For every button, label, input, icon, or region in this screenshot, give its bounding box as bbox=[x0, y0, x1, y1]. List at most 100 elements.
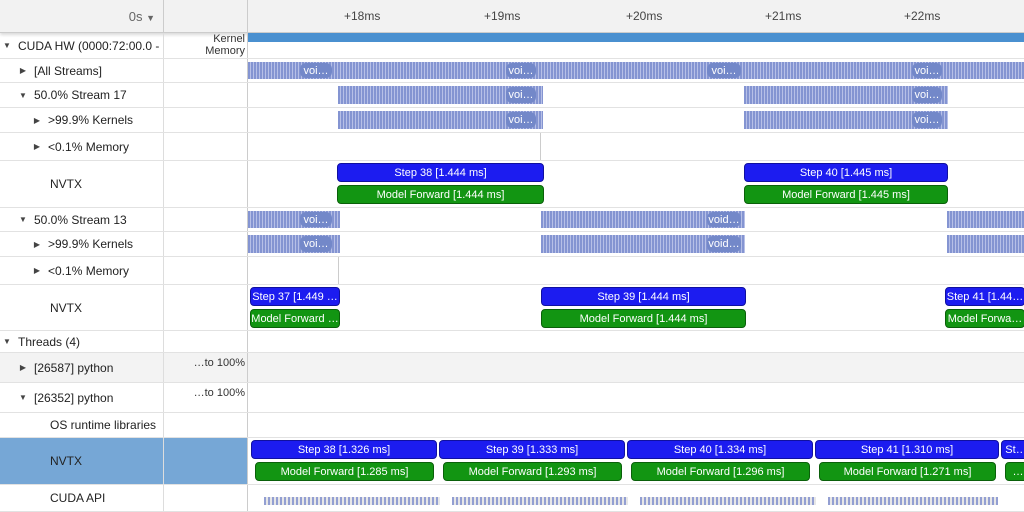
row-thread-nvtx[interactable]: NVTX Step 38 [1.326 ms] Model Forward [1… bbox=[0, 438, 1024, 485]
nvtx-step[interactable]: Step 39 [1.333 ms] bbox=[439, 440, 625, 459]
time-origin-dropdown[interactable]: 0s ▼ bbox=[0, 0, 164, 33]
row-label: <0.1% Memory bbox=[48, 263, 130, 278]
nvtx-forward[interactable]: Model Forward [1.293 ms] bbox=[443, 462, 622, 481]
nvtx-step[interactable]: Step 39 [1.444 ms] bbox=[541, 287, 746, 306]
timeline-header: 0s ▼ +18ms +19ms +20ms +21ms +22ms bbox=[0, 0, 1024, 33]
nvtx-step[interactable]: Step 40 [1.445 ms] bbox=[744, 163, 948, 182]
row-thread-26587[interactable]: ▶ [26587] python …to 100% bbox=[0, 353, 1024, 383]
kernel-chip[interactable]: voi… bbox=[506, 112, 536, 128]
row-label: Threads (4) bbox=[18, 334, 81, 349]
kernel-chip[interactable]: voi… bbox=[300, 236, 332, 252]
memory-op bbox=[338, 257, 339, 284]
row-cuda-api[interactable]: CUDA API bbox=[0, 485, 1024, 512]
tick-label: +19ms bbox=[484, 9, 521, 23]
row-label: [26587] python bbox=[34, 360, 114, 375]
row-threads[interactable]: ▼ Threads (4) bbox=[0, 331, 1024, 353]
kernel-activity bbox=[248, 62, 1024, 79]
row-stream-17-kernels[interactable]: ▶ >99.9% Kernels voi… voi… bbox=[0, 108, 1024, 133]
row-stream-13[interactable]: ▼ 50.0% Stream 13 voi… void… bbox=[0, 208, 1024, 232]
expand-icon[interactable]: ▶ bbox=[16, 66, 30, 75]
row-stream-17-nvtx[interactable]: NVTX Step 38 [1.444 ms] Model Forward [1… bbox=[0, 161, 1024, 208]
row-label: >99.9% Kernels bbox=[48, 237, 134, 251]
nvtx-step[interactable]: Step 40 [1.334 ms] bbox=[627, 440, 813, 459]
tick-label: +18ms bbox=[344, 9, 381, 23]
nvtx-forward[interactable]: Model Forward [1.271 ms] bbox=[819, 462, 996, 481]
header-spacer bbox=[164, 0, 248, 33]
expand-icon[interactable]: ▶ bbox=[16, 363, 30, 372]
kernel-chip[interactable]: voi… bbox=[912, 87, 942, 103]
collapse-icon[interactable]: ▼ bbox=[0, 337, 14, 346]
row-label: NVTX bbox=[50, 454, 83, 468]
scale-label: …to 100% bbox=[164, 383, 248, 412]
nvtx-step[interactable]: Step 41 [1.310 ms] bbox=[815, 440, 999, 459]
nvtx-step[interactable]: Step 41 [1.44… bbox=[945, 287, 1024, 306]
row-os-runtime[interactable]: OS runtime libraries bbox=[0, 413, 1024, 438]
kernel-activity bbox=[947, 235, 1024, 253]
memory-op bbox=[540, 133, 541, 160]
nvtx-forward[interactable]: Model Forward [1.285 ms] bbox=[255, 462, 434, 481]
cuda-api-activity bbox=[828, 497, 998, 505]
row-label: [26352] python bbox=[34, 390, 114, 405]
tick-label: +22ms bbox=[904, 9, 941, 23]
row-thread-26352[interactable]: ▼ [26352] python …to 100% bbox=[0, 383, 1024, 413]
legend-kernel: Kernel bbox=[213, 33, 245, 45]
row-stream-17-memory[interactable]: ▶ <0.1% Memory bbox=[0, 133, 1024, 161]
row-label: CUDA API bbox=[50, 491, 106, 505]
row-stream-17[interactable]: ▼ 50.0% Stream 17 voi… voi… bbox=[0, 83, 1024, 108]
legend: Kernel Memory bbox=[164, 33, 248, 58]
row-label: >99.9% Kernels bbox=[48, 113, 134, 127]
nvtx-forward[interactable]: Model Forward [1.444 ms] bbox=[337, 185, 544, 204]
expand-icon[interactable]: ▶ bbox=[30, 142, 44, 151]
collapse-icon[interactable]: ▼ bbox=[16, 393, 30, 402]
nvtx-forward[interactable]: Model Forward … bbox=[250, 309, 340, 328]
kernel-chip[interactable]: voi… bbox=[707, 63, 741, 78]
cuda-api-activity bbox=[264, 497, 440, 505]
nvtx-forward[interactable]: Model Forward [1.444 ms] bbox=[541, 309, 746, 328]
legend-memory: Memory bbox=[205, 45, 245, 57]
tick-label: +20ms bbox=[626, 9, 663, 23]
kernel-utilization-bar bbox=[248, 33, 1024, 42]
row-label: OS runtime libraries bbox=[50, 418, 157, 432]
row-label: 50.0% Stream 17 bbox=[34, 88, 127, 102]
row-stream-13-nvtx[interactable]: NVTX Step 37 [1.449 … Model Forward … St… bbox=[0, 285, 1024, 331]
row-label: <0.1% Memory bbox=[48, 139, 130, 154]
scale-label: …to 100% bbox=[164, 353, 248, 382]
row-stream-13-kernels[interactable]: ▶ >99.9% Kernels voi… void… bbox=[0, 232, 1024, 257]
row-label: 50.0% Stream 13 bbox=[34, 212, 127, 227]
cuda-api-activity bbox=[640, 497, 816, 505]
nvtx-step[interactable]: Step 38 [1.326 ms] bbox=[251, 440, 437, 459]
kernel-chip[interactable]: void… bbox=[707, 212, 741, 227]
tick-label: +21ms bbox=[765, 9, 802, 23]
nvtx-forward[interactable]: Model Forward [1.445 ms] bbox=[744, 185, 948, 204]
collapse-icon[interactable]: ▼ bbox=[0, 41, 14, 50]
kernel-chip[interactable]: voi… bbox=[912, 112, 942, 128]
kernel-chip[interactable]: voi… bbox=[912, 63, 942, 78]
kernel-chip[interactable]: void… bbox=[707, 236, 741, 252]
expand-icon[interactable]: ▶ bbox=[30, 240, 44, 249]
row-label: NVTX bbox=[50, 300, 83, 315]
kernel-chip[interactable]: voi… bbox=[506, 63, 536, 78]
row-cuda-hw[interactable]: ▼ CUDA HW (0000:72:00.0 - Kernel Memory bbox=[0, 33, 1024, 59]
nvtx-step[interactable]: Step 37 [1.449 … bbox=[250, 287, 340, 306]
kernel-chip[interactable]: voi… bbox=[300, 212, 332, 227]
row-stream-13-memory[interactable]: ▶ <0.1% Memory bbox=[0, 257, 1024, 285]
kernel-activity bbox=[947, 211, 1024, 228]
time-origin: 0s bbox=[128, 9, 143, 24]
collapse-icon[interactable]: ▼ bbox=[16, 215, 30, 224]
caret-down-icon: ▼ bbox=[146, 13, 155, 23]
nvtx-step[interactable]: St… bbox=[1001, 440, 1024, 459]
row-label: NVTX bbox=[50, 177, 83, 191]
expand-icon[interactable]: ▶ bbox=[30, 116, 44, 125]
nvtx-forward[interactable]: … bbox=[1005, 462, 1024, 481]
kernel-chip[interactable]: voi… bbox=[300, 63, 332, 78]
cuda-api-activity bbox=[452, 497, 628, 505]
row-label: CUDA HW (0000:72:00.0 - bbox=[18, 38, 160, 53]
expand-icon[interactable]: ▶ bbox=[30, 266, 44, 275]
row-label: [All Streams] bbox=[34, 63, 103, 78]
nvtx-forward[interactable]: Model Forward [1.296 ms] bbox=[631, 462, 810, 481]
row-all-streams[interactable]: ▶ [All Streams] voi… voi… voi… voi… bbox=[0, 59, 1024, 83]
nvtx-step[interactable]: Step 38 [1.444 ms] bbox=[337, 163, 544, 182]
nvtx-forward[interactable]: Model Forwa… bbox=[945, 309, 1024, 328]
collapse-icon[interactable]: ▼ bbox=[16, 91, 30, 100]
kernel-chip[interactable]: voi… bbox=[506, 87, 536, 103]
